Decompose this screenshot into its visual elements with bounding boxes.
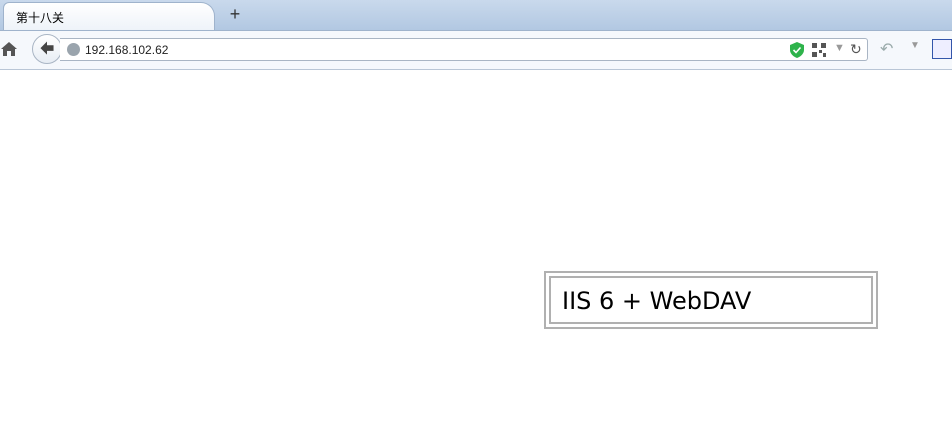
new-tab-button[interactable]: + <box>226 4 244 24</box>
qr-code-icon[interactable] <box>812 43 826 57</box>
shield-icon[interactable] <box>790 42 804 58</box>
content-box-text: IIS 6 + WebDAV <box>562 287 752 315</box>
back-arrow-icon <box>40 41 54 55</box>
tab-title: 第十八关 <box>16 11 65 25</box>
content-box: IIS 6 + WebDAV <box>544 271 878 329</box>
back-button[interactable] <box>32 34 62 64</box>
tab-strip: 第十八关 + <box>0 0 952 31</box>
home-icon[interactable] <box>0 40 18 58</box>
undo-dropdown-icon[interactable]: ▼ <box>910 40 920 51</box>
address-bar[interactable]: 192.168.102.62 ▼ ↻ <box>60 38 868 61</box>
navigation-bar: 192.168.102.62 ▼ ↻ ↶ ▼ <box>0 31 952 70</box>
undo-icon[interactable]: ↶ <box>880 39 893 59</box>
url-text[interactable]: 192.168.102.62 <box>85 43 168 57</box>
dropdown-arrow-icon[interactable]: ▼ <box>834 42 845 54</box>
tab-active[interactable]: 第十八关 <box>3 2 215 30</box>
reload-icon[interactable]: ↻ <box>850 41 862 58</box>
paw-icon[interactable] <box>932 39 952 59</box>
globe-icon <box>67 43 80 56</box>
